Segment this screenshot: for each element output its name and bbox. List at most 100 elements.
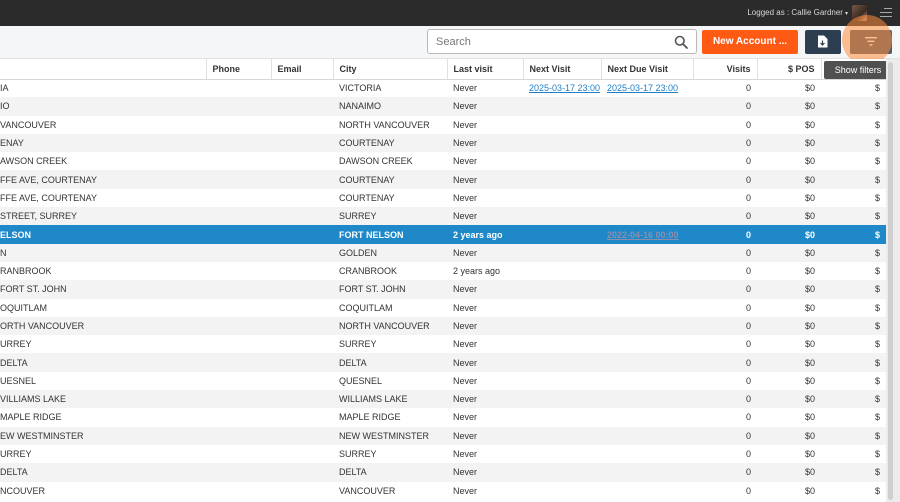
logged-in-label: Logged as : Callie Gardner [747, 8, 843, 17]
col-header-name[interactable] [0, 59, 206, 80]
cell-phone [206, 170, 271, 189]
cell-city: NORTH VANCOUVER [339, 119, 430, 130]
cell-last-visit: Never [453, 339, 478, 350]
cell-visits: 0 [745, 375, 751, 386]
cell-visits: 0 [745, 485, 751, 496]
cell-pos: $0 [804, 339, 815, 350]
col-header-last-visit[interactable]: Last visit [446, 59, 523, 80]
table-row[interactable]: FFE AVE, COURTENAY COURTENAY Never 0 $0 $ [0, 189, 886, 207]
cell-phone [206, 390, 271, 409]
export-button[interactable] [805, 30, 841, 54]
table-row[interactable]: MAPLE RIDGE MAPLE RIDGE Never 0 $0 $ [0, 408, 886, 426]
table-row[interactable]: URREY SURREY Never 0 $0 $ [0, 445, 886, 463]
col-header-next-visit[interactable]: Next Visit [522, 59, 601, 80]
cell-pos: $0 [757, 207, 821, 226]
table-row[interactable]: EW WESTMINSTER NEW WESTMINSTER Never 0 $0 $ [0, 426, 886, 445]
table-row[interactable]: VILLIAMS LAKE WILLIAMS LAKE Never 0 $0 $ [0, 390, 886, 409]
table-row[interactable]: ENAY COURTENAY Never 0 $0 $ [0, 133, 886, 153]
cell-visits: 0 [693, 133, 757, 153]
table-row[interactable]: OQUITLAM COQUITLAM Never 0 $0 $ [0, 299, 886, 317]
cell-visits: 0 [693, 243, 757, 262]
cell-pos: $0 [804, 485, 815, 496]
col-header-next-due-visit[interactable]: Next Due Visit [600, 59, 693, 80]
cell-email [271, 372, 333, 390]
cell-extra: $ [874, 485, 880, 496]
cell-pos: $0 [804, 449, 815, 460]
col-header-email[interactable]: Email [270, 59, 333, 80]
scrollbar-thumb[interactable] [888, 62, 893, 500]
cell-extra: $ [874, 412, 880, 423]
cell-extra: $ [874, 83, 880, 94]
cell-city: COQUITLAM [339, 302, 393, 313]
table-row[interactable]: URREY SURREY Never 0 $0 $ [0, 335, 886, 353]
cell-pos: $0 [757, 390, 821, 409]
cell-name: UESNEL [0, 375, 37, 386]
search-icon[interactable] [674, 35, 688, 49]
table-row[interactable]: VANCOUVER NORTH VANCOUVER Never 0 $0 $ [0, 116, 886, 134]
table-row[interactable]: NCOUVER VANCOUVER Never 0 $0 $ [0, 482, 886, 500]
cell-last-visit: Never [447, 243, 523, 262]
cell-extra: $ [874, 375, 880, 386]
cell-last-visit: Never [447, 207, 523, 226]
cell-next-visit-link[interactable]: 2025-03-17 23:00 [529, 83, 600, 93]
logged-in-user[interactable]: Logged as : Callie Gardner ▾ [747, 8, 848, 17]
table-row[interactable]: STREET, SURREY SURREY Never 0 $0 $ [0, 207, 886, 226]
cell-visits: 0 [693, 463, 757, 482]
cell-email [271, 426, 333, 445]
table-row[interactable]: N GOLDEN Never 0 $0 $ [0, 243, 886, 262]
cell-extra: $ [821, 353, 886, 372]
col-header-pos[interactable]: $ POS [756, 59, 821, 80]
table-row[interactable]: DELTA DELTA Never 0 $0 $ [0, 463, 886, 482]
cell-city: SURREY [333, 207, 447, 226]
cell-next-visit [523, 133, 601, 153]
cell-phone [206, 372, 271, 390]
cell-name: FORT ST. JOHN [0, 280, 206, 299]
table-row[interactable]: DELTA DELTA Never 0 $0 $ [0, 353, 886, 372]
cell-next-due-visit [601, 353, 693, 372]
table-row[interactable]: RANBROOK CRANBROOK 2 years ago 0 $0 $ [0, 262, 886, 280]
cell-pos: $0 [804, 119, 815, 130]
table-row[interactable]: IA VICTORIA Never 2025-03-17 23:00 2025-03-1… [0, 79, 886, 97]
cell-pos: $0 [757, 97, 821, 116]
avatar[interactable] [852, 5, 867, 21]
cell-name: ENAY [0, 133, 206, 153]
cell-city: FORT NELSON [333, 225, 447, 244]
menu-icon[interactable] [880, 8, 892, 18]
cell-last-visit: Never [447, 316, 523, 336]
table-row[interactable]: ORTH VANCOUVER NORTH VANCOUVER Never 0 $0 $ [0, 316, 886, 336]
cell-last-visit: Never [447, 133, 523, 153]
cell-phone [206, 243, 271, 262]
show-filters-button[interactable] [850, 30, 892, 54]
cell-city: VANCOUVER [339, 485, 396, 496]
table-row[interactable]: AWSON CREEK DAWSON CREEK Never 0 $0 $ [0, 152, 886, 170]
col-header-phone[interactable]: Phone [205, 59, 271, 80]
cell-last-visit: Never [453, 485, 478, 496]
table-row[interactable]: FORT ST. JOHN FORT ST. JOHN Never 0 $0 $ [0, 280, 886, 299]
cell-name: OQUITLAM [0, 302, 48, 313]
table-row[interactable]: UESNEL QUESNEL Never 0 $0 $ [0, 372, 886, 390]
cell-next-due-visit [601, 280, 693, 299]
col-header-city[interactable]: City [332, 59, 447, 80]
cell-next-due-visit [601, 116, 693, 134]
cell-next-due-visit-link[interactable]: 2025-03-17 23:00 [607, 83, 678, 93]
cell-city: WILLIAMS LAKE [333, 390, 447, 409]
cell-last-visit: Never [447, 390, 523, 409]
cell-next-visit [523, 390, 601, 409]
cell-next-due-visit [601, 299, 693, 317]
table-row[interactable]: ELSON FORT NELSON 2 years ago 2022-04-16 00… [0, 225, 886, 244]
table-row[interactable]: FFE AVE, COURTENAY COURTENAY Never 0 $0 $ [0, 170, 886, 189]
search-input[interactable] [428, 30, 658, 53]
cell-visits: 0 [745, 339, 751, 350]
cell-pos: $0 [804, 156, 815, 167]
cell-visits: 0 [693, 170, 757, 189]
cell-visits: 0 [745, 119, 751, 130]
col-header-visits[interactable]: Visits [692, 59, 757, 80]
new-account-button[interactable]: New Account ... [702, 30, 798, 54]
cell-visits: 0 [693, 353, 757, 372]
cell-next-due-visit-link[interactable]: 2022-04-16 00:00 [607, 230, 679, 240]
cell-next-visit [523, 243, 601, 262]
cell-visits: 0 [693, 390, 757, 409]
cell-city: QUESNEL [339, 375, 383, 386]
cell-city: NEW WESTMINSTER [333, 426, 447, 445]
table-row[interactable]: IO NANAIMO Never 0 $0 $ [0, 97, 886, 116]
